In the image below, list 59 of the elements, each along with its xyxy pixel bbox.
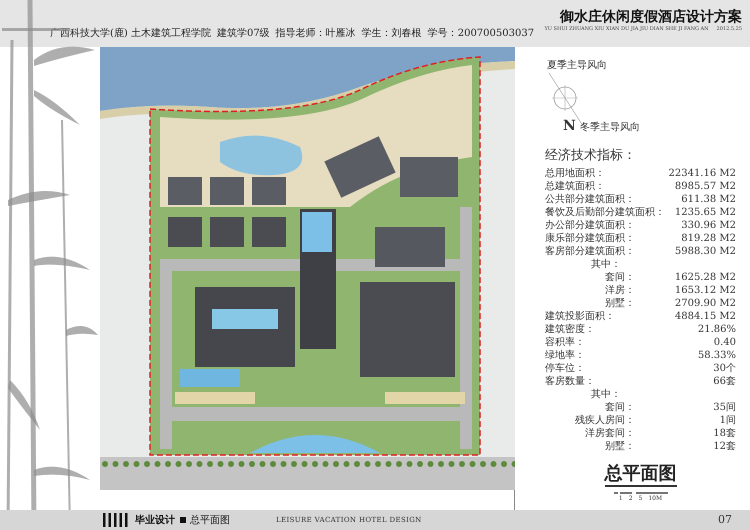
- indicator-label: 其中：: [590, 258, 622, 271]
- indicator-value: 330.96 M2: [681, 219, 736, 232]
- indicator-label: 总建筑面积：: [545, 180, 605, 193]
- indicator-label: 洋房：: [604, 284, 635, 297]
- indicator-label: 康乐部分建筑面积：: [545, 232, 635, 245]
- indicator-label: 别墅：: [604, 297, 635, 310]
- indicator-value: 611.38 M2: [681, 193, 736, 206]
- project-title: 御水庄休闲度假酒店设计方案: [560, 10, 742, 24]
- indicator-label: 容积率：: [545, 336, 585, 349]
- indicator-value: 21.86%: [698, 323, 736, 336]
- page-number: 07: [718, 512, 732, 528]
- indicator-label: 办公部分建筑面积：: [545, 219, 635, 232]
- indicator-label: 绿地率：: [545, 349, 585, 362]
- indicator-value: 1间: [720, 414, 736, 427]
- indicator-value: 1235.65 M2: [674, 206, 736, 219]
- indicator-value: 66套: [713, 375, 736, 388]
- student-text: 学生：刘春根: [362, 29, 422, 39]
- indicator-label: 别墅：: [604, 440, 635, 453]
- indicator-label: 客房部分建筑面积：: [545, 245, 635, 258]
- indicator-value: 30个: [713, 362, 736, 375]
- indicator-label: 停车位：: [545, 362, 585, 375]
- indicator-label: 餐饮及后勤部分建筑面积：: [545, 206, 665, 219]
- advisor-text: 指导老师：叶雁冰: [276, 29, 356, 39]
- indicator-value: 35间: [713, 401, 736, 414]
- indicator-value: 12套: [713, 440, 736, 453]
- wind-label: 冬季主导风向: [580, 123, 640, 133]
- indicator-label: 公共部分建筑面积：: [545, 193, 635, 206]
- footer-label: 毕业设计: [135, 514, 175, 528]
- indicator-value: 8985.57 M2: [674, 180, 736, 193]
- scale-bar-icon: [614, 492, 668, 496]
- wind-label: 夏季主导风向: [546, 61, 608, 71]
- class-text: 建筑学07级: [216, 29, 270, 39]
- north-label: N: [563, 119, 576, 133]
- indicator-value: 58.33%: [698, 349, 736, 362]
- indicator-value: 0.40: [714, 336, 736, 349]
- indicator-label: 洋房套间：: [584, 427, 635, 440]
- indicator-label: 套间：: [604, 401, 635, 414]
- indicator-label: 套间：: [604, 271, 635, 284]
- indicator-label: 客房数量：: [545, 375, 595, 388]
- indicator-label: 建筑密度：: [545, 323, 595, 336]
- indicator-label: 残疾人房间：: [574, 414, 635, 427]
- indicators-title: 经济技术指标：: [545, 147, 637, 165]
- indicator-label: 总用地面积：: [545, 167, 605, 180]
- drawing-title: 总平面图: [604, 465, 676, 487]
- indicator-value: 1625.28 M2: [674, 271, 736, 284]
- student-id-text: 学号：200700503037: [428, 29, 534, 39]
- school-text: 广西科技大学(鹿) 土木建筑工程学院: [50, 29, 211, 39]
- indicator-value: 1653.12 M2: [674, 284, 736, 297]
- indicator-label: 其中：: [590, 388, 622, 401]
- indicator-value: 819.28 M2: [681, 232, 736, 245]
- indicator-label: 建筑投影面积：: [545, 310, 615, 323]
- square-icon: [180, 517, 186, 523]
- indicator-value: 4884.15 M2: [674, 310, 736, 323]
- indicator-value: 2709.90 M2: [674, 297, 736, 310]
- indicator-value: 5988.30 M2: [674, 245, 736, 258]
- indicator-value: 18套: [713, 427, 736, 440]
- bars-icon: [103, 513, 129, 527]
- footer-sheet: 总平面图: [190, 514, 230, 528]
- indicator-value: 22341.16 M2: [668, 167, 736, 180]
